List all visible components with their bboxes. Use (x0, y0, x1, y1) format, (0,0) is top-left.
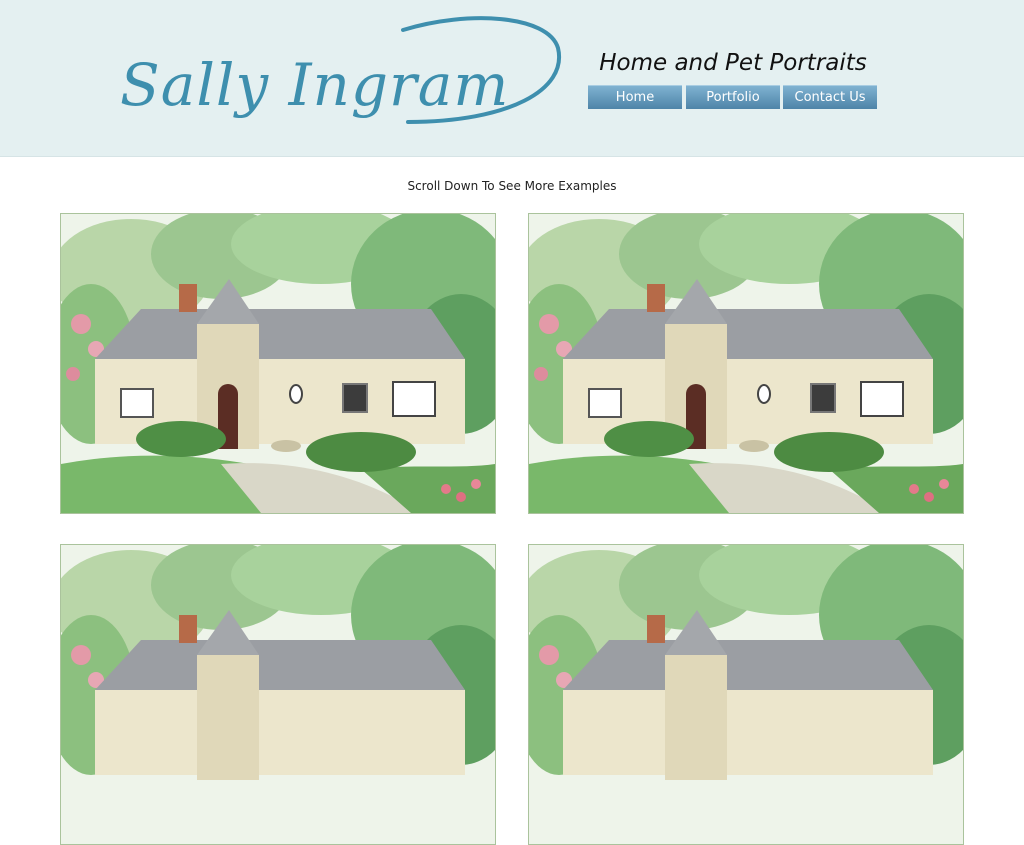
nav-portfolio-button[interactable]: Portfolio (686, 85, 780, 109)
portfolio-image[interactable] (528, 544, 964, 845)
logo[interactable]: Sally Ingram (118, 10, 568, 145)
scroll-note: Scroll Down To See More Examples (407, 179, 617, 193)
site-header: Sally Ingram Home and Pet Portraits Home… (0, 0, 1024, 157)
portfolio-image[interactable] (528, 213, 964, 514)
logo-text: Sally Ingram (120, 51, 509, 119)
house-painting-image (529, 545, 963, 844)
portfolio-image[interactable] (60, 544, 496, 845)
logo-graphic: Sally Ingram (120, 16, 562, 124)
portfolio-image[interactable] (60, 213, 496, 514)
house-painting-image (61, 545, 495, 844)
house-painting-image (61, 214, 495, 513)
nav-contact-us-button[interactable]: Contact Us (783, 85, 877, 109)
site-tagline: Home and Pet Portraits (599, 50, 867, 76)
house-painting-image (529, 214, 963, 513)
nav-home-button[interactable]: Home (588, 85, 682, 109)
